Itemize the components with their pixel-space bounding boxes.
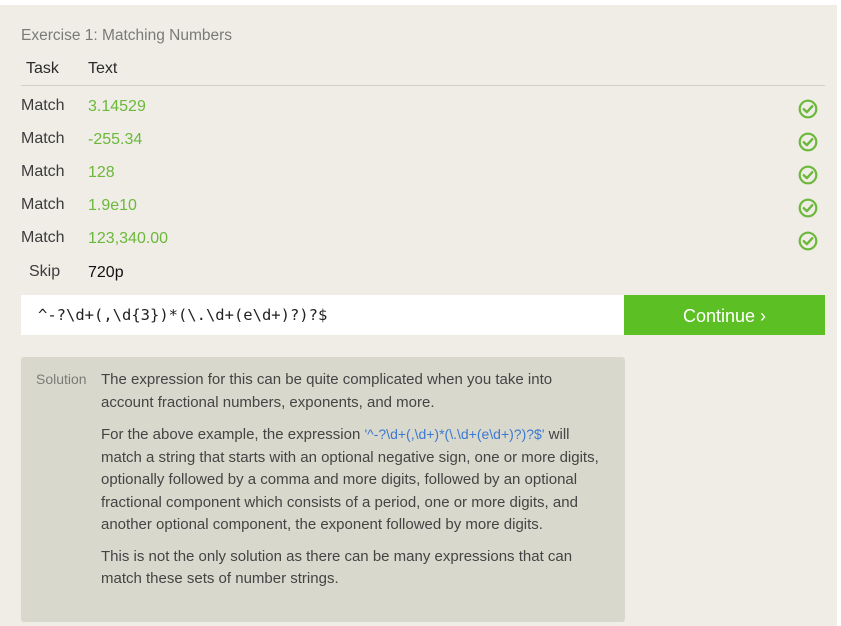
solution-paragraph: For the above example, the expression '^…: [101, 423, 601, 537]
task-type: Match: [21, 97, 65, 114]
solution-body: The expression for this can be quite com…: [101, 369, 601, 600]
check-circle-icon: [798, 132, 818, 152]
check-circle-icon: [798, 198, 818, 218]
regex-input-container: [21, 295, 624, 335]
exercise-title: Exercise 1: Matching Numbers: [21, 27, 233, 44]
solution-box: Solution The expression for this can be …: [21, 357, 625, 622]
task-column-header: Task: [26, 60, 59, 77]
task-row: Match 123,340.00: [0, 229, 837, 253]
solution-label: Solution: [36, 371, 87, 387]
regex-input[interactable]: [21, 295, 624, 335]
check-circle-icon: [798, 165, 818, 185]
solution-expression: '^-?\d+(,\d+)*(\.\d+(e\d+)?)?$': [364, 426, 545, 442]
task-text: 3.14529: [88, 98, 146, 115]
solution-text: For the above example, the expression: [101, 426, 365, 443]
header-divider: [21, 85, 825, 86]
task-type: Skip: [29, 263, 61, 280]
task-text: 123,340.00: [88, 230, 169, 247]
task-row: Match -255.34: [0, 130, 837, 154]
task-type: Match: [21, 229, 65, 246]
solution-paragraph: This is not the only solution as there c…: [101, 547, 573, 588]
task-text: 1.9e10: [88, 197, 137, 214]
task-row: Match 3.14529: [0, 97, 837, 121]
task-type: Match: [21, 163, 65, 180]
check-circle-icon: [798, 231, 818, 251]
solution-paragraph: The expression for this can be quite com…: [101, 371, 553, 411]
task-row: Match 128: [0, 163, 837, 187]
task-text: 128: [88, 164, 115, 181]
continue-button[interactable]: Continue ›: [624, 295, 825, 335]
task-type: Match: [21, 196, 65, 213]
text-column-header: Text: [88, 60, 118, 77]
task-text: 720p: [88, 264, 124, 281]
task-row: Match 1.9e10: [0, 196, 837, 220]
task-text: -255.34: [88, 131, 143, 148]
check-circle-icon: [798, 99, 818, 119]
task-type: Match: [21, 130, 65, 147]
task-row-skip: Skip 720p: [0, 263, 837, 287]
